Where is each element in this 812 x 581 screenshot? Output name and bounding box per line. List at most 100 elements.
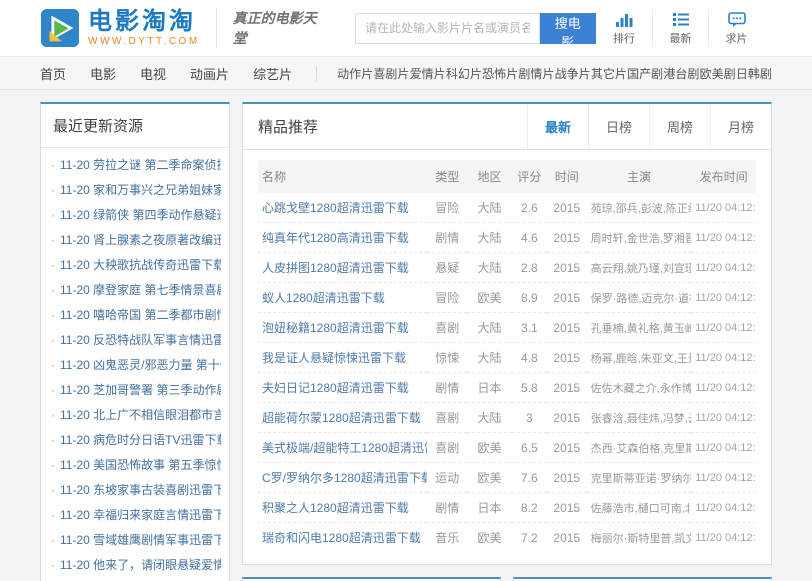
cell-rating: 4.8 (512, 343, 547, 373)
search-input[interactable] (355, 13, 540, 44)
search-button[interactable]: 搜电影 (540, 13, 597, 44)
comment-icon (709, 9, 764, 29)
table-row: 人皮拼图1280超清迅雷下载悬疑大陆2.82015高云翔,姚乃瑾,刘宣瑾,马少骅… (258, 253, 756, 283)
recent-update-link[interactable]: 11-20 美国恐怖故事 第五季惊悚悬疑 (60, 458, 221, 472)
bullet-dot: · (51, 383, 55, 397)
nav-primary: 首页 电影 电视 动画片 综艺片 (40, 64, 316, 83)
quick-link-label: 最新 (670, 33, 692, 45)
cell-name: 泡妞秘籍1280超清迅雷下载 (258, 313, 427, 343)
cell-type: 剧情 (427, 223, 467, 253)
cell-published: 11/20 04:12:12 (691, 193, 756, 223)
cell-stars: 梅丽尔·斯特里普,凯文·克莱恩,麦 (587, 523, 692, 553)
site-title: 电影淘淘 (88, 9, 200, 34)
cell-name: C罗/罗纳尔多1280超清迅雷下载 (258, 463, 427, 493)
tab-日榜[interactable]: 日榜 (588, 104, 649, 149)
movie-title-link[interactable]: 超能荷尔蒙1280超清迅雷下载 (262, 411, 421, 425)
movie-title-link[interactable]: 人皮拼图1280超清迅雷下载 (262, 261, 409, 275)
list-item: ·11-20 东坡家事古装喜剧迅雷下载 (49, 478, 221, 503)
recent-update-link[interactable]: 11-20 幸福归来家庭言情迅雷下载 (60, 508, 221, 522)
cell-type: 喜剧 (427, 313, 467, 343)
movie-title-link[interactable]: 瑞奇和闪电1280超清迅雷下载 (262, 531, 421, 545)
recent-update-link[interactable]: 11-20 摩登家庭 第七季情景喜剧迅雷 (60, 283, 221, 297)
nav-link-category[interactable]: 动作片 (337, 65, 373, 82)
movie-title-link[interactable]: 我是证人悬疑惊悚迅雷下载 (262, 351, 406, 365)
cell-name: 瑞奇和闪电1280超清迅雷下载 (258, 523, 427, 553)
nav-link-category[interactable]: 科幻片 (446, 65, 482, 82)
search-bar: 搜电影 (355, 13, 596, 44)
movie-title-link[interactable]: 积聚之人1280超清迅雷下载 (262, 501, 409, 515)
movie-title-link[interactable]: 美式极端/超能特工1280超清迅雷 (262, 441, 427, 455)
tab-周榜[interactable]: 周榜 (649, 104, 710, 149)
cell-stars: 保罗·路德,迈克尔·道格拉斯,伊万 (587, 283, 692, 313)
column-header: 评分 (512, 160, 547, 193)
cell-name: 心跳戈壁1280超清迅雷下载 (258, 193, 427, 223)
cell-type: 运动 (427, 463, 467, 493)
cell-published: 11/20 04:12:12 (691, 253, 756, 283)
recent-update-link[interactable]: 11-20 芝加哥警署 第三季动作剧情迅 (60, 383, 221, 397)
nav-link-primary[interactable]: 电视 (140, 64, 166, 83)
recent-update-link[interactable]: 11-20 嘻哈帝国 第二季都市剧情迅雷 (60, 308, 221, 322)
recent-update-link[interactable]: 11-20 北上广不相信眼泪都市言情迅雷... (60, 408, 221, 422)
recent-update-link[interactable]: 11-20 凶鬼恶灵/邪恶力量 第十一季魔... (60, 358, 221, 372)
nav-link-category[interactable]: 港台剧 (663, 65, 699, 82)
nav-link-category[interactable]: 日韩剧 (736, 65, 772, 82)
recent-update-link[interactable]: 11-20 东坡家事古装喜剧迅雷下载 (60, 483, 221, 497)
cell-name: 人皮拼图1280超清迅雷下载 (258, 253, 427, 283)
cell-type: 音乐 (427, 523, 467, 553)
nav-link-category[interactable]: 其它片 (591, 65, 627, 82)
recent-update-link[interactable]: 11-20 大秧歌抗战传奇迅雷下载 (60, 258, 221, 272)
movie-title-link[interactable]: C罗/罗纳尔多1280超清迅雷下载 (262, 471, 427, 485)
cell-name: 超能荷尔蒙1280超清迅雷下载 (258, 403, 427, 433)
nav-link-category[interactable]: 恐怖片 (482, 65, 518, 82)
nav-link-primary[interactable]: 首页 (40, 64, 66, 83)
tab-月榜[interactable]: 月榜 (710, 104, 771, 149)
nav-link-category[interactable]: 战争片 (555, 65, 591, 82)
featured-table: 名称类型地区评分时间主演发布时间 心跳戈壁1280超清迅雷下载冒险大陆2.620… (258, 160, 756, 552)
nav-link-primary[interactable]: 动画片 (190, 64, 229, 83)
nav-link-category[interactable]: 国产剧 (627, 65, 663, 82)
nav-link-category[interactable]: 爱情片 (410, 65, 446, 82)
recent-update-link[interactable]: 11-20 雪域雄鹰剧情军事迅雷下载 (60, 533, 221, 547)
list-item: ·11-20 绿箭侠 第四季动作悬疑迅雷下 (49, 203, 221, 228)
quick-link-排行[interactable]: 排行 (596, 9, 652, 47)
cell-rating: 7.2 (512, 523, 547, 553)
table-row: 蚁人1280超清迅雷下载冒险欧美8.92015保罗·路德,迈克尔·道格拉斯,伊万… (258, 283, 756, 313)
recent-update-link[interactable]: 11-20 反恐特战队军事言情迅雷下载 (60, 333, 221, 347)
cell-region: 大陆 (467, 223, 512, 253)
recent-update-link[interactable]: 11-20 他来了，请闭眼悬疑爱情迅雷下... (60, 558, 221, 572)
recent-update-link[interactable]: 11-20 劳拉之谜 第二季命案侦探迅雷 (60, 158, 221, 172)
site-logo[interactable]: 电影淘淘 WWW.DYTT.COM (40, 8, 200, 48)
quick-link-求片[interactable]: 求片 (708, 9, 764, 47)
nav-categories: 动作片喜剧片爱情片科幻片恐怖片剧情片战争片其它片国产剧港台剧欧美剧日韩剧 (337, 65, 772, 82)
recent-update-link[interactable]: 11-20 家和万事兴之兄弟姐妹家庭情感... (60, 183, 221, 197)
movie-title-link[interactable]: 纯真年代1280高清迅雷下载 (262, 231, 409, 245)
nav-link-primary[interactable]: 电影 (90, 64, 116, 83)
nav-link-primary[interactable]: 综艺片 (253, 64, 292, 83)
tab-最新[interactable]: 最新 (527, 104, 588, 149)
recent-update-link[interactable]: 11-20 绿箭侠 第四季动作悬疑迅雷下 (60, 208, 221, 222)
bullet-dot: · (51, 183, 55, 197)
recent-update-link[interactable]: 11-20 肾上腺素之夜原著改编迅雷下载 (60, 233, 221, 247)
cell-region: 欧美 (467, 463, 512, 493)
quick-link-最新[interactable]: 最新 (652, 9, 708, 47)
list-item: ·11-20 雪域雄鹰剧情军事迅雷下载 (49, 528, 221, 553)
movie-title-link[interactable]: 夫妇日记1280超清迅雷下载 (262, 381, 409, 395)
movie-title-link[interactable]: 蚁人1280超清迅雷下载 (262, 291, 385, 305)
table-row: C罗/罗纳尔多1280超清迅雷下载运动欧美7.62015克里斯蒂亚诺·罗纳尔多,… (258, 463, 756, 493)
recent-update-link[interactable]: 11-20 病危时分日语TV迅雷下载 (60, 433, 221, 447)
cell-rating: 3.1 (512, 313, 547, 343)
cell-published: 11/20 04:12:11 (691, 373, 756, 403)
cell-year: 2015 (547, 343, 587, 373)
cell-published: 11/20 04:12:11 (691, 403, 756, 433)
cell-stars: 克里斯蒂亚诺·罗纳尔多, (587, 463, 692, 493)
movie-title-link[interactable]: 心跳戈壁1280超清迅雷下载 (262, 201, 409, 215)
nav-link-category[interactable]: 剧情片 (518, 65, 554, 82)
movie-title-link[interactable]: 泡妞秘籍1280超清迅雷下载 (262, 321, 409, 335)
table-row: 美式极端/超能特工1280超清迅雷喜剧欧美6.52015杰西·艾森伯格,克里斯汀… (258, 433, 756, 463)
bullet-dot: · (51, 258, 55, 272)
nav-link-category[interactable]: 喜剧片 (373, 65, 409, 82)
nav-link-category[interactable]: 欧美剧 (700, 65, 736, 82)
bullet-dot: · (51, 283, 55, 297)
cell-stars: 苑琼,邵兵,彭波,陈正纬,伊利亚尔· (587, 193, 692, 223)
list-item: ·11-20 美国恐怖故事 第五季惊悚悬疑 (49, 453, 221, 478)
